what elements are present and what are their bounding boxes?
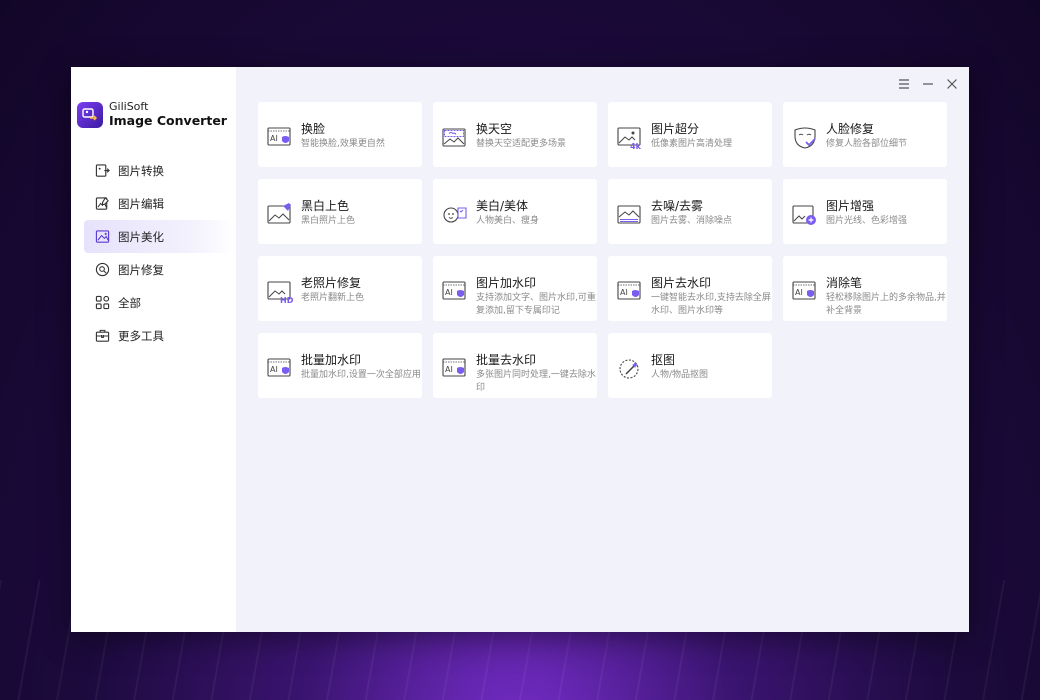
sidebar-item-label: 图片修复 [118,262,164,277]
image-beautify-icon [95,230,110,243]
ai-eraser-icon: AI [792,281,816,300]
svg-text:AI: AI [795,288,803,297]
svg-text:AI: AI [445,365,453,374]
sky-icon [442,128,466,147]
image-edit-icon [95,197,109,210]
card-desc: 人物美白、瘦身 [476,216,540,226]
card-desc: 支持添加文字、图片水印,可重复添加,留下专属印记 [476,293,596,316]
card-title: 图片去水印 [651,276,712,290]
image-convert-icon [95,164,110,177]
card-enhance[interactable]: 图片增强图片光线、色彩增强 [783,179,947,244]
card-desc: 一键智能去水印,支持去除全屏水印、图片水印等 [651,293,771,316]
card-desc: 低像素图片高清处理 [651,139,733,149]
sidebar-item-label: 更多工具 [118,328,164,343]
brand-line1: GiliSoft [109,100,149,113]
image-repair-icon [95,262,110,277]
denoise-icon [617,205,641,224]
card-title: 老照片修复 [301,276,362,290]
card-face-swap[interactable]: AI 换脸智能换脸,效果更自然 [258,102,422,167]
card-face-repair[interactable]: 人脸修复修复人脸各部位细节 [783,102,947,167]
card-desc: 批量加水印,设置一次全部应用 [301,370,421,380]
card-eraser[interactable]: AI 消除笔轻松移除图片上的多余物品,并补全背景 [783,256,947,321]
card-sky-replace[interactable]: 换天空替换天空适配更多场景 [433,102,597,167]
ai-watermark-remove-icon: AI [617,281,641,300]
feature-grid: AI 换脸智能换脸,效果更自然 换天空替换天空适配更多场景 4k 图片超分低像素… [258,102,947,398]
card-desc: 多张图片同时处理,一键去除水印 [476,370,596,393]
app-window: GiliSoft Image Converter 图片转换 图片编辑 图片美化 … [71,67,969,632]
card-super-resolution[interactable]: 4k 图片超分低像素图片高清处理 [608,102,772,167]
card-denoise[interactable]: 去噪/去雾图片去雾、消除噪点 [608,179,772,244]
card-title: 批量加水印 [301,353,362,367]
ai-watermark-add-icon: AI [442,281,466,300]
app-logo-icon [77,102,103,128]
card-title: 抠图 [651,353,676,367]
sidebar-item-label: 全部 [118,295,141,310]
card-batch-remove-watermark[interactable]: AI 批量去水印多张图片同时处理,一键去除水印 [433,333,597,398]
old-photo-hd-icon: HD [267,281,293,305]
sidebar-item-label: 图片美化 [118,229,164,244]
svg-text:AI: AI [270,134,278,143]
window-controls [897,77,959,91]
card-title: 图片加水印 [476,276,537,290]
svg-text:AI: AI [445,288,453,297]
card-desc: 图片光线、色彩增强 [826,216,908,226]
image-4k-icon: 4k [617,127,642,151]
ai-face-icon: AI [267,127,291,146]
sidebar-item-image-beautify[interactable]: 图片美化 [84,220,236,253]
ai-batch-remove-icon: AI [442,358,466,377]
card-batch-add-watermark[interactable]: AI 批量加水印批量加水印,设置一次全部应用 [258,333,422,398]
beauty-icon [443,207,467,223]
card-title: 黑白上色 [301,199,350,213]
card-desc: 人物/物品抠图 [651,370,709,380]
card-title: 去噪/去雾 [651,199,704,213]
menu-icon[interactable] [897,77,911,91]
sidebar-item-image-convert[interactable]: 图片转换 [71,154,236,187]
card-colorize[interactable]: 黑白上色黑白照片上色 [258,179,422,244]
sidebar-item-image-repair[interactable]: 图片修复 [71,253,236,286]
card-desc: 智能换脸,效果更自然 [301,139,385,149]
brand: GiliSoft Image Converter [71,67,236,129]
cutout-icon [619,359,639,379]
card-title: 批量去水印 [476,353,537,367]
brand-line2: Image Converter [109,113,227,128]
sidebar-item-label: 图片编辑 [118,196,164,211]
card-title: 换脸 [301,122,326,136]
card-desc: 老照片翻新上色 [301,293,365,303]
card-remove-watermark[interactable]: AI 图片去水印一键智能去水印,支持去除全屏水印、图片水印等 [608,256,772,321]
card-add-watermark[interactable]: AI 图片加水印支持添加文字、图片水印,可重复添加,留下专属印记 [433,256,597,321]
sidebar-item-more-tools[interactable]: 更多工具 [71,319,236,352]
card-desc: 修复人脸各部位细节 [826,139,908,149]
sidebar-nav: 图片转换 图片编辑 图片美化 图片修复 全部 更多工具 [71,154,236,352]
card-old-photo[interactable]: HD 老照片修复老照片翻新上色 [258,256,422,321]
enhance-icon [792,205,816,225]
card-title: 图片超分 [651,122,700,136]
card-title: 消除笔 [826,276,863,290]
card-desc: 轻松移除图片上的多余物品,并补全背景 [826,293,946,316]
svg-text:HD: HD [280,296,293,305]
card-desc: 黑白照片上色 [301,216,356,226]
svg-text:AI: AI [270,365,278,374]
sidebar: GiliSoft Image Converter 图片转换 图片编辑 图片美化 … [71,67,236,632]
colorize-icon [267,203,291,224]
card-title: 换天空 [476,122,513,136]
sidebar-item-label: 图片转换 [118,163,164,178]
card-title: 人脸修复 [826,122,875,136]
card-desc: 图片去雾、消除噪点 [651,216,733,226]
main-panel: AI 换脸智能换脸,效果更自然 换天空替换天空适配更多场景 4k 图片超分低像素… [236,67,969,632]
sidebar-item-all[interactable]: 全部 [71,286,236,319]
card-title: 图片增强 [826,199,875,213]
sidebar-item-image-edit[interactable]: 图片编辑 [71,187,236,220]
close-icon[interactable] [945,77,959,91]
card-beauty[interactable]: 美白/美体人物美白、瘦身 [433,179,597,244]
minimize-icon[interactable] [921,77,935,91]
svg-text:AI: AI [620,288,628,297]
card-cutout[interactable]: 抠图人物/物品抠图 [608,333,772,398]
card-desc: 替换天空适配更多场景 [476,139,567,149]
card-title: 美白/美体 [476,199,529,213]
face-mask-icon [794,127,816,149]
svg-text:4k: 4k [630,142,642,151]
ai-batch-add-icon: AI [267,358,291,377]
toolbox-icon [95,329,110,342]
grid-icon [95,295,110,310]
